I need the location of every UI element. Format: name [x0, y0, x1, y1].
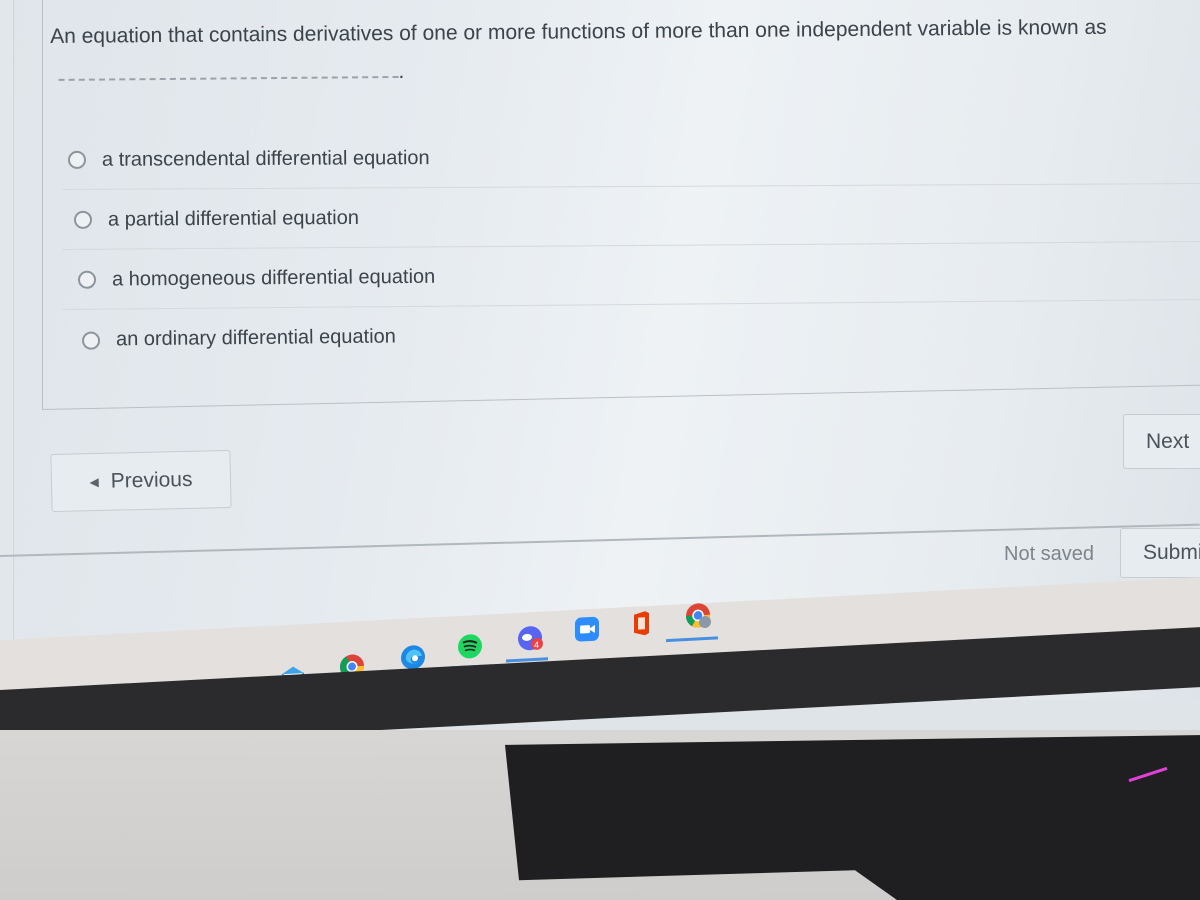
previous-label: Previous — [110, 467, 193, 493]
radio-button[interactable] — [77, 270, 97, 289]
option-partial[interactable]: a partial differential equation — [61, 183, 1200, 250]
option-label: an ordinary differential equation — [115, 325, 396, 351]
question-text: An equation that contains derivatives of… — [50, 8, 1171, 94]
discord-button[interactable]: 4 — [514, 621, 548, 655]
option-label: a partial differential equation — [107, 206, 359, 231]
option-label: a homogeneous differential equation — [111, 265, 436, 291]
office-button[interactable] — [628, 608, 654, 639]
answer-blank — [58, 63, 399, 81]
option-transcendental[interactable]: a transcendental differential equation — [61, 125, 1200, 190]
answer-options: a transcendental differential equation a… — [61, 125, 1200, 364]
chrome-profile-button[interactable] — [682, 600, 716, 632]
previous-button[interactable]: ◀ Previous — [50, 449, 232, 513]
page-edge — [0, 0, 14, 640]
radio-button[interactable] — [73, 210, 93, 229]
radio-button[interactable] — [81, 331, 101, 350]
caret-left-icon: ◀ — [89, 474, 99, 490]
option-label: a transcendental differential equation — [101, 146, 430, 171]
blank-suffix: . — [398, 59, 405, 83]
video-camera-icon — [575, 616, 599, 642]
save-status: Not saved — [1004, 543, 1095, 565]
next-label: Next — [1146, 429, 1190, 453]
option-ordinary[interactable]: an ordinary differential equation — [62, 299, 1200, 370]
submit-label: Submi — [1143, 541, 1200, 564]
option-homogeneous[interactable]: a homogeneous differential equation — [61, 241, 1200, 310]
active-indicator — [666, 636, 718, 643]
discord-icon: 4 — [518, 626, 543, 651]
spotify-icon — [458, 634, 482, 659]
radio-button[interactable] — [67, 150, 87, 169]
chrome-icon — [685, 603, 711, 629]
next-button[interactable]: Next — [1123, 414, 1200, 469]
question-prompt: An equation that contains derivatives of… — [50, 15, 1107, 48]
zoom-button[interactable] — [572, 614, 602, 644]
office-icon — [634, 611, 649, 636]
submit-button[interactable]: Submi — [1120, 528, 1200, 578]
notification-badge: 4 — [534, 640, 539, 650]
spotify-button[interactable] — [455, 631, 485, 663]
